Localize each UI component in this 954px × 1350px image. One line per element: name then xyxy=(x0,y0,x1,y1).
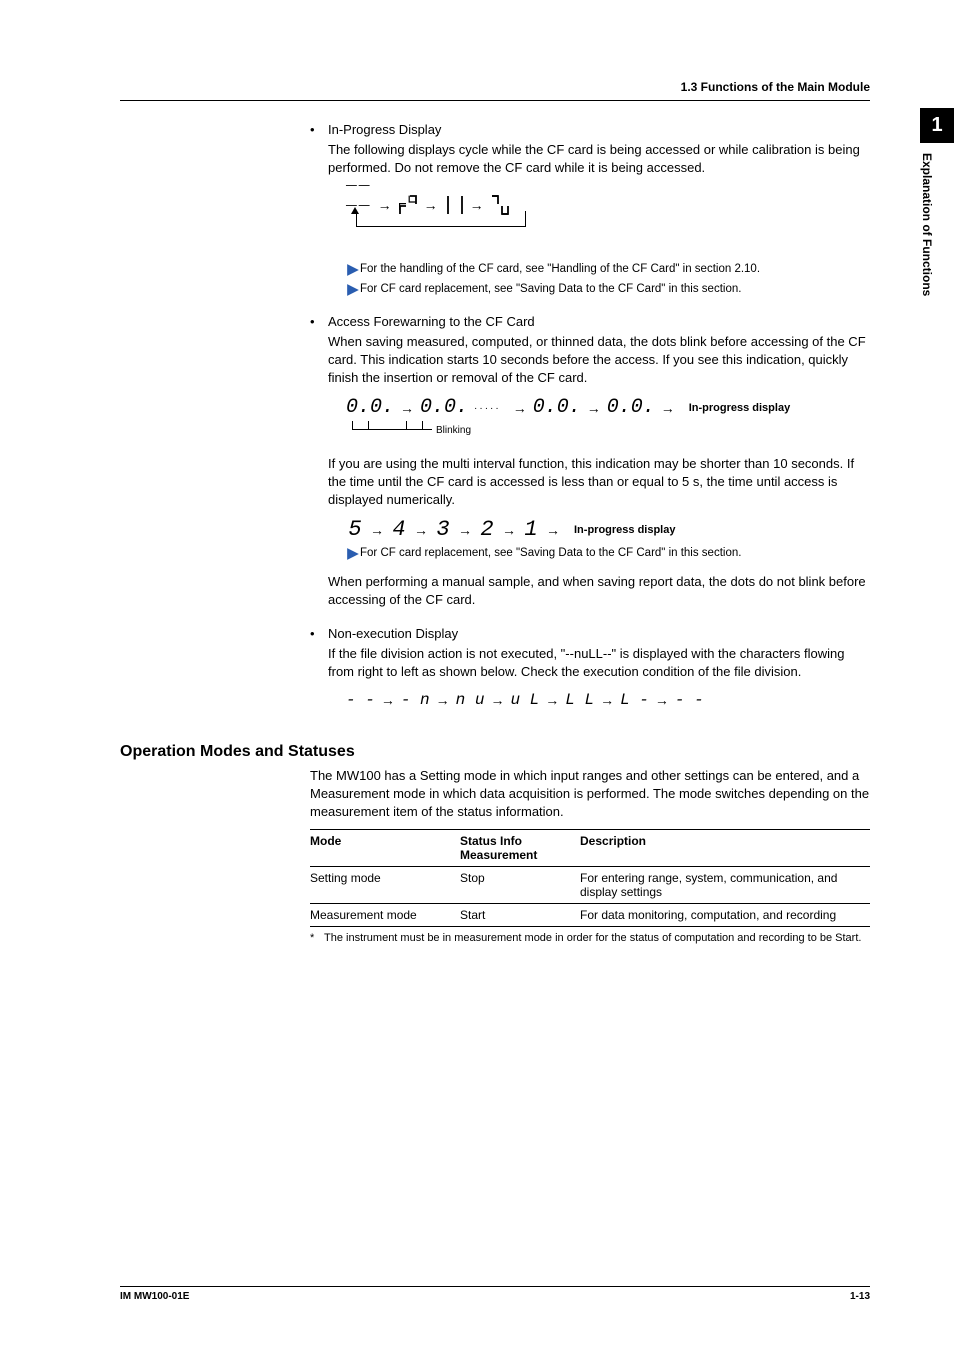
cell-mode: Measurement mode xyxy=(310,904,460,927)
scroll-diagram: - - → - n → n u → u L → L L → L - → - - xyxy=(346,691,870,709)
ellipsis: ····· xyxy=(474,403,501,414)
bullet: • xyxy=(310,121,328,297)
section-heading-modes: Operation Modes and Statuses xyxy=(120,743,870,761)
arrow-icon: → xyxy=(513,400,527,416)
table-row: Measurement mode Start For data monitori… xyxy=(310,904,870,927)
seg-display: 0.0. xyxy=(346,397,394,419)
countdown-diagram: 5 → 4 → 3 → 2 → 1 → In-progress display xyxy=(346,519,870,541)
cell-desc: For data monitoring, computation, and re… xyxy=(580,904,870,927)
paragraph: When saving measured, computed, or thinn… xyxy=(328,333,870,387)
paragraph: When performing a manual sample, and whe… xyxy=(328,573,870,609)
scroll-frame: - - xyxy=(675,691,704,709)
item-title-nonexec: Non-execution Display xyxy=(328,625,870,643)
arrow-icon: → xyxy=(370,522,384,538)
th-status: Status Info Measurement xyxy=(460,830,580,867)
item-title-access: Access Forewarning to the CF Card xyxy=(328,313,870,331)
arrow-icon: → xyxy=(587,400,601,416)
arrow-icon: → xyxy=(458,522,472,538)
running-header: 1.3 Functions of the Main Module xyxy=(120,80,870,101)
reference-arrow-icon xyxy=(346,283,360,297)
cycle-diagram: ‾‾‾‾ → → → xyxy=(346,185,870,241)
reference-text: For CF card replacement, see "Saving Dat… xyxy=(360,281,741,297)
arrow-icon: → xyxy=(381,692,395,708)
arrow-icon: → xyxy=(436,692,450,708)
chapter-number: 1 xyxy=(920,108,954,143)
arrow-icon: → xyxy=(414,522,428,538)
seg-display: 0.0. xyxy=(420,397,468,419)
label-inprogress: In-progress display xyxy=(574,524,675,536)
footnote: * The instrument must be in measurement … xyxy=(310,931,870,946)
blink-diagram: 0.0. → 0.0. ····· → 0.0. → 0.0. → In-pro… xyxy=(346,397,870,441)
reference-text: For the handling of the CF card, see "Ha… xyxy=(360,261,760,277)
cell-desc: For entering range, system, communicatio… xyxy=(580,867,870,904)
paragraph: The following displays cycle while the C… xyxy=(328,141,870,177)
th-status-line2: Measurement xyxy=(460,848,537,862)
page-body: 1.3 Functions of the Main Module • In-Pr… xyxy=(120,80,870,946)
arrow-icon: → xyxy=(655,692,669,708)
modes-table: Mode Status Info Measurement Description… xyxy=(310,829,870,927)
label-blinking: Blinking xyxy=(436,425,471,436)
paragraph: The MW100 has a Setting mode in which in… xyxy=(310,767,870,821)
paragraph: If the file division action is not execu… xyxy=(328,645,870,681)
arrow-icon: → xyxy=(546,522,560,538)
digit-5: 5 xyxy=(346,519,364,541)
footer-right: 1-13 xyxy=(850,1291,870,1302)
reference-arrow-icon xyxy=(346,547,360,561)
th-mode: Mode xyxy=(310,830,460,867)
th-description: Description xyxy=(580,830,870,867)
scroll-frame: L - xyxy=(620,691,649,709)
digit-1: 1 xyxy=(522,519,540,541)
reference-text: For CF card replacement, see "Saving Dat… xyxy=(360,545,741,561)
paragraph: If you are using the multi interval func… xyxy=(328,455,870,509)
digit-2: 2 xyxy=(478,519,496,541)
bullet: • xyxy=(310,625,328,719)
reference-arrow-icon xyxy=(346,263,360,277)
cell-status: Start xyxy=(460,904,580,927)
side-tab: 1 Explanation of Functions xyxy=(920,108,954,306)
scroll-frame: L L xyxy=(565,691,594,709)
label-inprogress: In-progress display xyxy=(689,402,790,414)
arrow-icon: → xyxy=(661,400,675,416)
seg-display: 0.0. xyxy=(607,397,655,419)
item-title-inprogress: In-Progress Display xyxy=(328,121,870,139)
arrow-icon: → xyxy=(502,522,516,538)
cell-mode: Setting mode xyxy=(310,867,460,904)
table-row: Setting mode Stop For entering range, sy… xyxy=(310,867,870,904)
arrow-icon: → xyxy=(400,400,414,416)
scroll-frame: - - xyxy=(346,691,375,709)
page-footer: IM MW100-01E 1-13 xyxy=(120,1286,870,1302)
footer-left: IM MW100-01E xyxy=(120,1291,189,1302)
cell-status: Stop xyxy=(460,867,580,904)
arrow-icon: → xyxy=(490,692,504,708)
chapter-label: Explanation of Functions xyxy=(920,143,942,306)
digit-3: 3 xyxy=(434,519,452,541)
scroll-frame: - n xyxy=(401,691,430,709)
asterisk: * xyxy=(310,931,324,946)
seg-display: 0.0. xyxy=(533,397,581,419)
footnote-text: The instrument must be in measurement mo… xyxy=(324,931,861,946)
th-status-line1: Status Info xyxy=(460,834,522,848)
arrow-icon: → xyxy=(600,692,614,708)
scroll-frame: u L xyxy=(510,691,539,709)
scroll-frame: n u xyxy=(456,691,485,709)
bullet: • xyxy=(310,313,328,609)
digit-4: 4 xyxy=(390,519,408,541)
arrow-icon: → xyxy=(545,692,559,708)
